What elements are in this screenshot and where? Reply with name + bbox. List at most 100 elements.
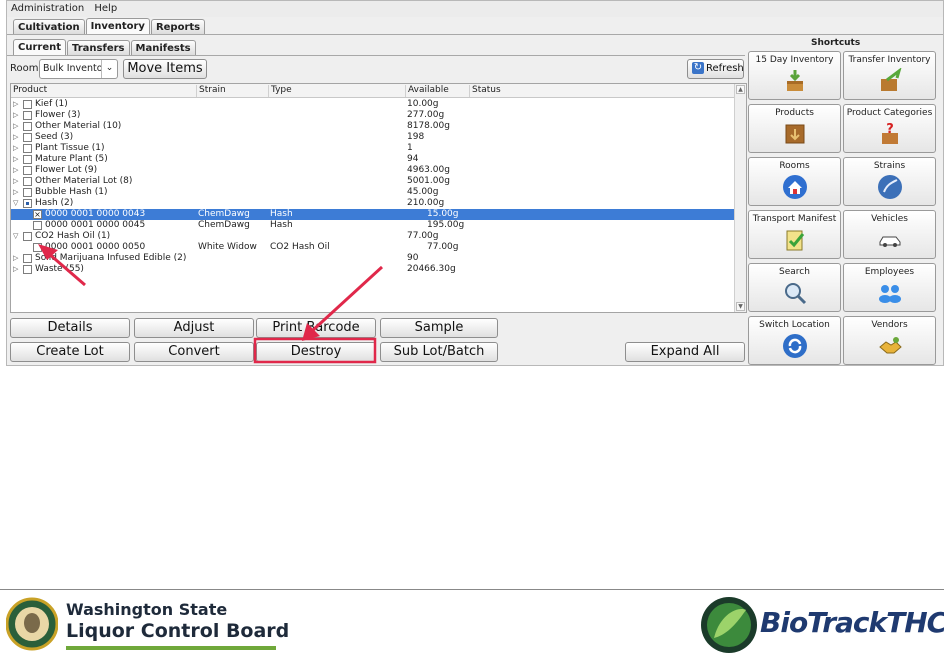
row-checkbox[interactable] (33, 221, 42, 230)
inventory-tree[interactable]: Product Strain Type Available Status ▷ Ki… (10, 83, 747, 313)
tab-divider (7, 34, 943, 35)
table-row[interactable]: ▷ Flower Lot (9) 4963.00g (11, 165, 735, 176)
expand-all-button[interactable]: Expand All (625, 342, 745, 362)
table-row[interactable]: ▷ Other Material (10) 8178.00g (11, 121, 735, 132)
shortcut-search[interactable]: Search (748, 263, 841, 312)
expand-closed-icon[interactable]: ▷ (13, 154, 21, 165)
move-items-button[interactable]: Move Items (123, 59, 207, 79)
row-checkbox[interactable] (23, 133, 32, 142)
expand-closed-icon[interactable]: ▷ (13, 187, 21, 198)
row-checkbox[interactable] (23, 155, 32, 164)
shortcut-vendors[interactable]: Vendors (843, 316, 936, 365)
cell-available: 45.00g (407, 187, 439, 197)
convert-button[interactable]: Convert (134, 342, 254, 362)
column-header-available[interactable]: Available (405, 85, 469, 97)
tab-cultivation[interactable]: Cultivation (13, 19, 85, 34)
svg-text:?: ? (886, 122, 894, 137)
cell-product: Flower (3) (35, 110, 81, 120)
vertical-scrollbar[interactable]: ▲ ▼ (734, 84, 746, 312)
table-row[interactable]: × 0000 0001 0000 0043 ChemDawg Hash 15.00g (11, 209, 735, 220)
adjust-button[interactable]: Adjust (134, 318, 254, 338)
row-checkbox[interactable] (23, 111, 32, 120)
scroll-up-icon[interactable]: ▲ (736, 85, 745, 94)
expand-closed-icon[interactable]: ▷ (13, 132, 21, 143)
sub-lot-batch-button[interactable]: Sub Lot/Batch (380, 342, 498, 362)
row-checkbox[interactable] (23, 144, 32, 153)
cell-product: Hash (2) (35, 198, 74, 208)
expand-open-icon[interactable]: ▽ (13, 231, 21, 242)
destroy-button[interactable]: Destroy (256, 342, 376, 362)
column-header-product[interactable]: Product (11, 85, 196, 97)
print-barcode-button[interactable]: Print Barcode (256, 318, 376, 338)
expand-closed-icon[interactable]: ▷ (13, 264, 21, 275)
table-row[interactable]: ▷ Bubble Hash (1) 45.00g (11, 187, 735, 198)
cell-product: Mature Plant (5) (35, 154, 108, 164)
row-checkbox[interactable] (23, 166, 32, 175)
scroll-down-icon[interactable]: ▼ (736, 302, 745, 311)
shortcut-switch-location[interactable]: Switch Location (748, 316, 841, 365)
row-checkbox[interactable] (23, 199, 32, 208)
table-row[interactable]: ▷ Seed (3) 198 (11, 132, 735, 143)
row-checkbox[interactable] (23, 232, 32, 241)
shortcut-strains[interactable]: Strains (843, 157, 936, 206)
shortcut-transfer-inventory[interactable]: Transfer Inventory (843, 51, 936, 100)
expand-open-icon[interactable]: ▽ (13, 198, 21, 209)
shortcut-label: Rooms (779, 161, 810, 171)
table-row[interactable]: ▽ CO2 Hash Oil (1) 77.00g (11, 231, 735, 242)
shortcut-15-day-inventory[interactable]: 15 Day Inventory (748, 51, 841, 100)
table-row[interactable]: ▷ Kief (1) 10.00g (11, 99, 735, 110)
menu-administration[interactable]: Administration (7, 1, 87, 14)
tab-inventory[interactable]: Inventory (85, 18, 150, 34)
table-row[interactable]: ▷ Plant Tissue (1) 1 (11, 143, 735, 154)
agency-line-2: Liquor Control Board (66, 620, 290, 642)
column-header-status[interactable]: Status (469, 85, 735, 97)
tab-transfers[interactable]: Transfers (67, 40, 130, 55)
shortcut-employees[interactable]: Employees (843, 263, 936, 312)
chevron-down-icon[interactable]: ⌄ (101, 60, 117, 78)
shortcut-rooms[interactable]: Rooms (748, 157, 841, 206)
inventory-subtabs: Current Transfers Manifests (13, 39, 197, 55)
expand-closed-icon[interactable]: ▷ (13, 253, 21, 264)
expand-closed-icon[interactable]: ▷ (13, 121, 21, 132)
tab-reports[interactable]: Reports (150, 19, 206, 34)
row-checkbox[interactable] (23, 188, 32, 197)
room-select[interactable]: Bulk Inventory ⌄ (39, 59, 118, 79)
shortcut-vehicles[interactable]: Vehicles (843, 210, 936, 259)
expand-closed-icon[interactable]: ▷ (13, 165, 21, 176)
sample-button[interactable]: Sample (380, 318, 498, 338)
vehicle-car-icon (844, 227, 935, 253)
expand-closed-icon[interactable]: ▷ (13, 143, 21, 154)
row-checkbox[interactable] (23, 100, 32, 109)
table-row[interactable]: ▷ Flower (3) 277.00g (11, 110, 735, 121)
table-row[interactable]: 0000 0001 0000 0045 ChemDawg Hash 195.00g (11, 220, 735, 231)
shortcut-products[interactable]: Products (748, 104, 841, 153)
shortcut-transport-manifest[interactable]: Transport Manifest (748, 210, 841, 259)
refresh-icon: ↻ (692, 62, 704, 74)
row-checkbox[interactable] (33, 243, 42, 252)
table-row[interactable]: ▷ Waste (55) 20466.30g (11, 264, 735, 275)
details-button[interactable]: Details (10, 318, 130, 338)
create-lot-button[interactable]: Create Lot (10, 342, 130, 362)
shortcut-product-categories[interactable]: Product Categories? (843, 104, 936, 153)
row-checkbox[interactable] (23, 265, 32, 274)
row-checkbox[interactable]: × (33, 210, 42, 219)
column-header-type[interactable]: Type (268, 85, 405, 97)
menu-help[interactable]: Help (90, 1, 120, 14)
tab-manifests[interactable]: Manifests (130, 40, 196, 55)
refresh-button[interactable]: ↻ Refresh (687, 59, 744, 79)
table-row[interactable]: ▽ Hash (2) 210.00g (11, 198, 735, 209)
table-row[interactable]: ▷ Mature Plant (5) 94 (11, 154, 735, 165)
cell-product: Seed (3) (35, 132, 74, 142)
expand-closed-icon[interactable]: ▷ (13, 99, 21, 110)
table-row[interactable]: ▷ Solid Marijuana Infused Edible (2) 90 (11, 253, 735, 264)
expand-closed-icon[interactable]: ▷ (13, 110, 21, 121)
tab-current[interactable]: Current (13, 39, 67, 55)
expand-closed-icon[interactable]: ▷ (13, 176, 21, 187)
table-row[interactable]: 0000 0001 0000 0050 White Widow CO2 Hash O… (11, 242, 735, 253)
row-checkbox[interactable] (23, 254, 32, 263)
row-checkbox[interactable] (23, 122, 32, 131)
table-row[interactable]: ▷ Other Material Lot (8) 5001.00g (11, 176, 735, 187)
cell-available: 20466.30g (407, 264, 456, 274)
row-checkbox[interactable] (23, 177, 32, 186)
column-header-strain[interactable]: Strain (196, 85, 268, 97)
